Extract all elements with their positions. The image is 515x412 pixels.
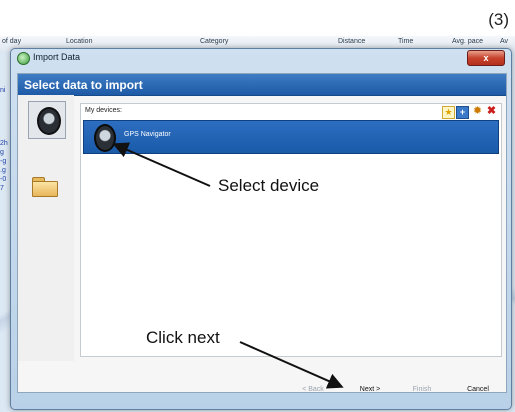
select-device-annotation: Select device (218, 176, 320, 195)
import-data-dialog: Import Data x Select data to import My d… (10, 48, 512, 410)
step-number: (3) (488, 10, 509, 29)
folder-icon[interactable] (32, 177, 58, 197)
my-devices-label: My devices: (85, 107, 122, 114)
dialog-button-bar: < Back Next > Finish Cancel (17, 380, 505, 402)
back-button[interactable]: < Back (299, 384, 327, 396)
delete-icon[interactable]: ✖ (486, 106, 497, 117)
gear-icon[interactable]: ✹ (472, 106, 483, 117)
click-next-annotation: Click next (146, 328, 220, 347)
panel-header: Select data to import (18, 74, 506, 96)
device-list-area: My devices: ★ + ✹ ✖ GPS Navigator (80, 103, 502, 357)
bg-column: Category (200, 38, 229, 45)
finish-button[interactable]: Finish (407, 384, 437, 396)
add-icon[interactable]: + (456, 106, 469, 119)
source-type-column (18, 95, 74, 361)
device-name: GPS Navigator (124, 131, 171, 138)
watch-icon (37, 107, 61, 135)
bg-column: of day (2, 38, 22, 45)
device-source-button[interactable] (28, 101, 66, 139)
device-row-selected[interactable]: GPS Navigator (83, 120, 499, 154)
bg-column: Avg. pace (452, 38, 484, 45)
panel-title: Select data to import (24, 78, 143, 92)
dialog-title: Import Data (33, 52, 81, 62)
close-button[interactable]: x (467, 50, 505, 66)
bg-column: Location (66, 38, 93, 45)
import-icon (17, 52, 30, 65)
import-panel: Select data to import My devices: ★ + ✹ … (17, 73, 507, 393)
star-icon[interactable]: ★ (442, 106, 455, 119)
bg-column: Time (398, 38, 414, 45)
watch-icon (94, 124, 116, 152)
background-side-fragments: ni 2h g -g .g -0 7 (0, 87, 8, 192)
cancel-button[interactable]: Cancel (461, 384, 495, 396)
dialog-titlebar[interactable]: Import Data x (11, 49, 511, 67)
next-button[interactable]: Next > (355, 384, 385, 396)
bg-column: Av (500, 38, 509, 45)
bg-column: Distance (338, 38, 366, 45)
